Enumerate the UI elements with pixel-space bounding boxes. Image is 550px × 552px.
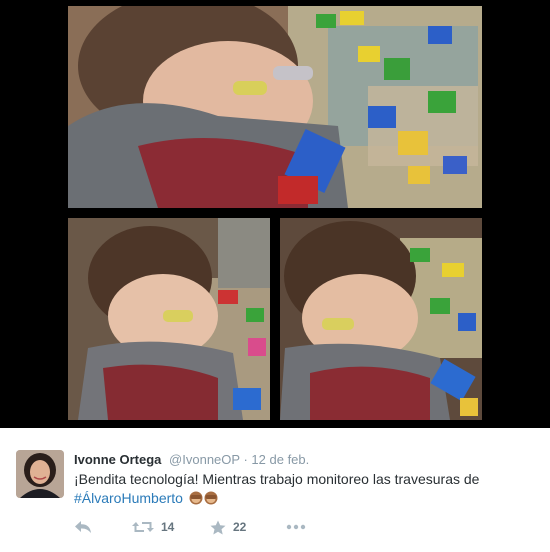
more-button[interactable] [286,518,306,536]
favorite-button[interactable]: 22 [210,518,246,536]
avatar[interactable] [16,450,64,498]
tweet-text: ¡Bendita tecnología! Mientras trabajo mo… [74,470,534,510]
reply-button[interactable] [74,518,92,536]
emoji-glyphs [189,491,218,505]
media-collage [0,0,550,428]
tweet-header: Ivonne Ortega @IvonneOP · 12 de feb. [74,452,309,467]
hashtag-link[interactable]: #ÁlvaroHumberto [74,490,183,506]
reply-icon [75,521,91,533]
retweet-count: 14 [161,520,175,534]
tweet: Ivonne Ortega @IvonneOP · 12 de feb. ¡Be… [0,428,550,552]
meta-separator: · [243,452,248,467]
photo-3-image [280,218,482,420]
photo-baby-with-blocks-left[interactable] [68,218,270,420]
photo-baby-with-blocks-right[interactable] [280,218,482,420]
star-icon [210,520,226,534]
author-handle[interactable]: @IvonneOP [169,452,240,467]
author-name[interactable]: Ivonne Ortega [74,452,161,467]
photo-baby-with-blocks-wide[interactable] [68,6,482,208]
avatar-image [16,450,64,498]
tweet-date[interactable]: 12 de feb. [251,452,309,467]
photo-1-image [68,6,482,208]
tweet-body-text: ¡Bendita tecnología! Mientras trabajo mo… [74,471,480,487]
favorite-count: 22 [233,520,247,534]
retweet-icon [132,522,154,532]
more-dots-icon [286,524,306,530]
see-no-evil-monkey-emoji [189,491,219,510]
retweet-button[interactable]: 14 [132,518,174,536]
photo-2-image [68,218,270,420]
